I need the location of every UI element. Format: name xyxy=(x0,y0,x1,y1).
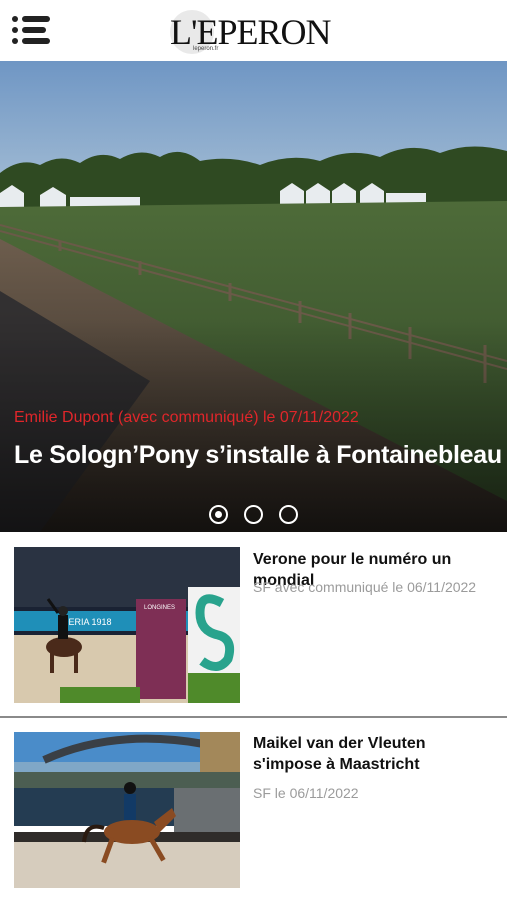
site-logo[interactable]: L'EPERON leperon.fr xyxy=(168,6,338,56)
app-header: L'EPERON leperon.fr xyxy=(0,0,507,61)
article-thumbnail: DERIA 1918 LONGINES xyxy=(14,547,240,703)
article-title[interactable]: Maikel van der Vleuten s'impose à Maastr… xyxy=(253,733,498,775)
article-item[interactable]: Maikel van der Vleuten s'impose à Maastr… xyxy=(0,718,507,900)
carousel-dot-1[interactable] xyxy=(209,505,228,524)
hero-article[interactable]: Emilie Dupont (avec communiqué) le 07/11… xyxy=(0,61,507,532)
carousel-dot-2[interactable] xyxy=(244,505,263,524)
article-item[interactable]: DERIA 1918 LONGINES Verone pour le numér… xyxy=(0,532,507,718)
carousel-dot-3[interactable] xyxy=(279,505,298,524)
logo-subtext: leperon.fr xyxy=(193,46,219,52)
hamburger-menu-icon[interactable] xyxy=(12,14,50,46)
article-thumbnail xyxy=(14,732,240,888)
article-meta: SF avec communiqué le 06/11/2022 xyxy=(253,579,477,595)
hero-article-title[interactable]: Le Sologn’Pony s’installe à Fontaineblea… xyxy=(14,441,502,470)
carousel-indicators xyxy=(0,505,507,525)
thumbnail-banner-text: DERIA 1918 xyxy=(62,617,112,627)
hero-article-meta: Emilie Dupont (avec communiqué) le 07/11… xyxy=(14,409,359,426)
article-meta: SF le 06/11/2022 xyxy=(253,785,359,801)
thumbnail-board-text: LONGINES xyxy=(144,605,175,611)
